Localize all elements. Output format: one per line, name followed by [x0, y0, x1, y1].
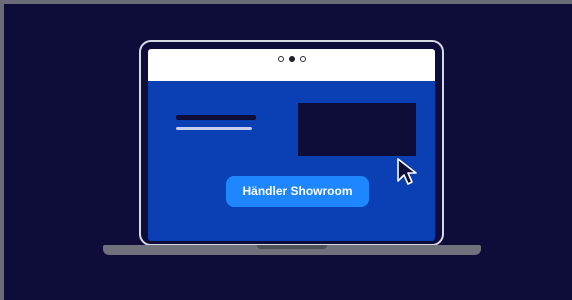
carousel-dot: [299, 56, 306, 62]
screen-viewport: Händler Showroom: [148, 81, 435, 241]
laptop-screen: Händler Showroom: [139, 40, 444, 246]
carousel-dot: [277, 56, 284, 62]
laptop-base: [103, 245, 481, 255]
browser-bar: [148, 49, 435, 81]
haendler-showroom-button[interactable]: Händler Showroom: [226, 176, 369, 207]
illustration-frame: Händler Showroom: [0, 0, 572, 300]
placeholder-heading-line: [176, 115, 256, 120]
placeholder-text-line: [176, 127, 252, 130]
placeholder-image-panel: [298, 103, 416, 156]
carousel-dot-active: [288, 56, 295, 62]
carousel-dots-icon: [277, 56, 306, 62]
laptop-notch: [257, 245, 327, 249]
mouse-cursor-icon: [397, 158, 417, 185]
